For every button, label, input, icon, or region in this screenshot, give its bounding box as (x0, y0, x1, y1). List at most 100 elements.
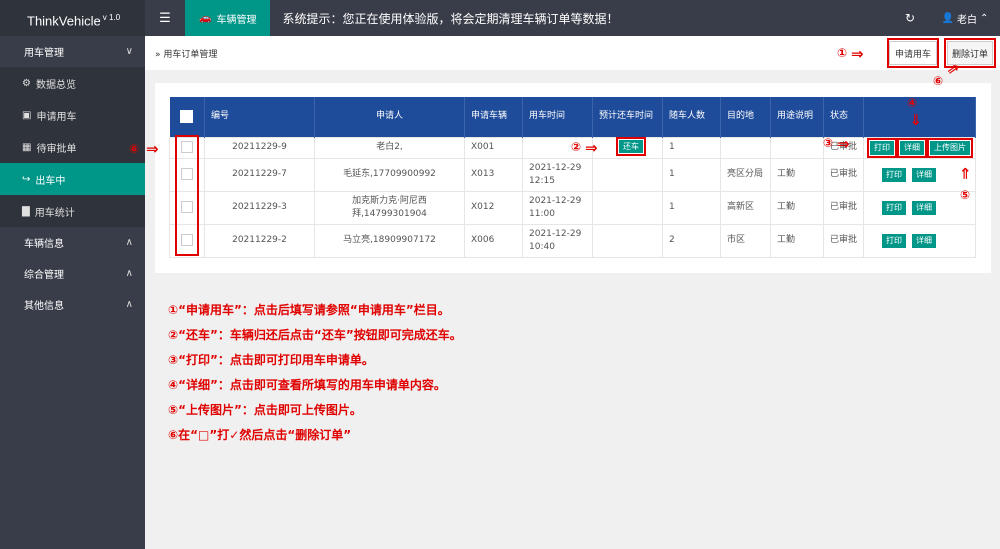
column-header: 申请车辆 (464, 97, 523, 137)
use-time (522, 136, 593, 159)
annotation-5: ⑤ (960, 188, 971, 202)
passengers: 1 (662, 136, 721, 159)
arrow-right-icon: ⇒ (837, 135, 850, 153)
column-header: 预计还车时间 (592, 97, 663, 137)
sidebar-item-pending[interactable]: ▦ 待审批单 (0, 131, 145, 163)
print-button[interactable]: 打印 (882, 167, 906, 182)
brand-version: v 1.0 (102, 13, 121, 22)
highlight-checkboxes (175, 135, 199, 256)
actions-cell: 打印 详细 上传图片 (863, 136, 976, 159)
annotation-4: ④ (907, 96, 918, 110)
select-all-checkbox[interactable] (180, 109, 194, 123)
column-header: 状态 (823, 97, 864, 137)
purpose: 工勤 (770, 157, 824, 192)
table-row: 20211229-3 加克斯力克·阿尼西拜,14799301904 X012 2… (169, 190, 976, 225)
sidebar-item-label: 出车中 (35, 175, 66, 187)
sidebar-group-general[interactable]: 综合管理 ∧ (0, 258, 145, 289)
brand-logo: ThinkVehicle v 1.0 (0, 0, 145, 36)
sidebar-group-other[interactable]: 其他信息 ∧ (0, 289, 145, 320)
sidebar-item-label: 申请用车 (36, 111, 77, 123)
status: 已审批 (823, 190, 864, 225)
column-header: 用车时间 (522, 97, 593, 137)
sidebar-item-apply[interactable]: ▣ 申请用车 (0, 99, 145, 131)
refresh-icon[interactable]: ↻ (890, 0, 930, 36)
instruction-5: ⑤“上传图片”：点击即可上传图片。 (168, 403, 362, 417)
destination: 市区 (720, 223, 771, 258)
status: 已审批 (823, 157, 864, 192)
column-header: 申请人 (314, 97, 465, 137)
detail-button[interactable]: 详细 (912, 200, 936, 215)
column-header: 用途说明 (770, 97, 824, 137)
use-time: 2021-12-29 10:40 (522, 223, 593, 258)
user-name: 老白 (957, 14, 978, 26)
arrow-down-icon: ⇒ (906, 113, 925, 126)
vehicle: X012 (464, 190, 523, 225)
arrow-right-icon: ⇒ (851, 45, 864, 63)
print-button[interactable]: 打印 (882, 233, 906, 248)
order-id: 20211229-7 (204, 157, 315, 192)
gear-icon: ⚙ (22, 77, 31, 89)
return-vehicle-button[interactable]: 还车 (616, 137, 646, 156)
order-id: 20211229-2 (204, 223, 315, 258)
vehicle: X001 (464, 136, 523, 159)
car-icon: 🚗 (199, 12, 212, 24)
sidebar-group-vehicle-use[interactable]: 用车管理 ∨ (0, 36, 145, 67)
return-cell (592, 223, 663, 258)
sidebar-item-label: 数据总览 (35, 79, 76, 91)
return-cell (592, 190, 663, 225)
sidebar-item-stats[interactable]: ▇ 用车统计 (0, 195, 145, 227)
return-cell (592, 157, 663, 192)
instruction-2: ②“还车”：车辆归还后点击“还车”按钮即可完成还车。 (168, 328, 462, 342)
detail-button[interactable]: 详细 (912, 233, 936, 248)
passengers: 1 (662, 157, 721, 192)
order-id: 20211229-3 (204, 190, 315, 225)
breadcrumb-label: 用车订单管理 (163, 49, 218, 60)
instruction-1: ①“申请用车”：点击后填写请参照“申请用车”栏目。 (168, 303, 450, 317)
detail-button[interactable]: 详细 (897, 137, 927, 158)
bar-chart-icon: ▇ (22, 205, 30, 217)
annotation-1: ① (837, 46, 848, 60)
arrow-up-icon: ⇒ (955, 167, 974, 180)
sidebar-group-vehicle-info[interactable]: 车辆信息 ∧ (0, 227, 145, 258)
sidebar-group-label: 用车管理 (24, 48, 64, 59)
instruction-list: ①“申请用车”：点击后填写请参照“申请用车”栏目。 ②“还车”：车辆归还后点击“… (168, 298, 462, 448)
order-id: 20211229-9 (204, 136, 315, 159)
table-panel: 编号 申请人 申请车辆 用车时间 预计还车时间 随车人数 目的地 用途说明 状态… (155, 83, 991, 273)
status: 已审批 (823, 223, 864, 258)
arrow-right-icon: ⇒ (585, 139, 598, 157)
tab-label: 车辆管理 (216, 14, 257, 26)
print-button[interactable]: 打印 (882, 200, 906, 215)
purpose: 工勤 (770, 190, 824, 225)
chevron-up-icon: ∧ (125, 268, 133, 279)
print-button[interactable]: 打印 (867, 137, 897, 158)
user-menu[interactable]: 👤 老白 ⌃ (930, 0, 1000, 36)
breadcrumb-separator-icon: » (155, 49, 161, 60)
detail-button[interactable]: 详细 (912, 167, 936, 182)
sidebar-item-overview[interactable]: ⚙ 数据总览 (0, 67, 145, 99)
sidebar-group-label: 其他信息 (24, 301, 64, 312)
list-icon: ▦ (22, 141, 32, 153)
use-time: 2021-12-29 12:15 (522, 157, 593, 192)
destination (720, 136, 771, 159)
return-cell: 还车 (592, 136, 663, 159)
column-header: 目的地 (720, 97, 771, 137)
applicant: 老白2, (314, 136, 465, 159)
use-time: 2021-12-29 11:00 (522, 190, 593, 225)
arrow-right-icon: ⇒ (146, 140, 159, 158)
sidebar-group-label: 综合管理 (24, 270, 64, 281)
menu-toggle-icon[interactable]: ☰ (145, 0, 185, 36)
instruction-4: ④“详细”：点击即可查看所填写的用车申请单内容。 (168, 378, 446, 392)
tab-vehicle-management[interactable]: 🚗 车辆管理 (185, 0, 271, 36)
upload-image-button[interactable]: 上传图片 (927, 137, 973, 158)
sidebar-item-out[interactable]: ↪ 出车中 (0, 163, 145, 195)
share-icon: ↪ (22, 173, 31, 185)
brand-name: ThinkVehicle (27, 13, 101, 29)
instruction-3: ③“打印”：点击即可打印用车申请单。 (168, 353, 374, 367)
applicant: 加克斯力克·阿尼西拜,14799301904 (314, 190, 465, 225)
passengers: 1 (662, 190, 721, 225)
header-panel: » 用车订单管理 申请用车 删除订单 (145, 36, 1000, 70)
main-content: » 用车订单管理 申请用车 删除订单 编号 申请人 申请车辆 用车时间 预计还车… (129, 36, 1000, 549)
vehicle: X013 (464, 157, 523, 192)
applicant: 马立亮,18909907172 (314, 223, 465, 258)
sidebar-item-label: 用车统计 (34, 207, 75, 219)
